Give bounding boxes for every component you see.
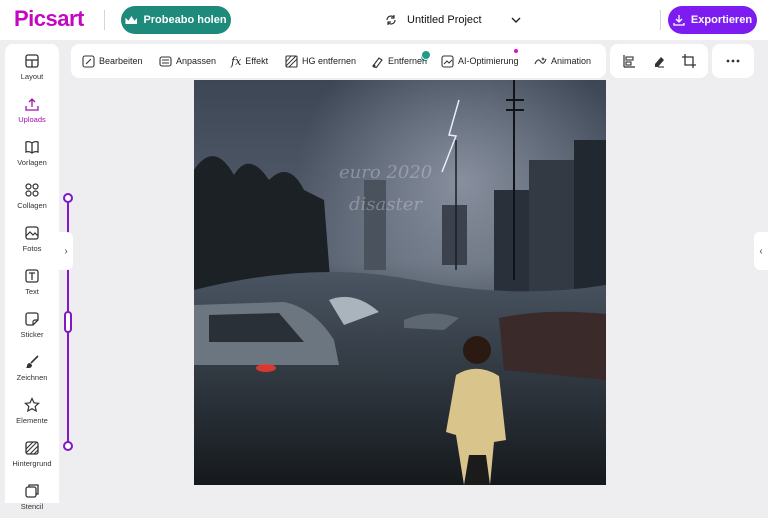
watermark-line-2: disaster xyxy=(349,194,423,215)
expand-panel-button[interactable]: › xyxy=(59,232,73,270)
slider-knob-top[interactable] xyxy=(63,193,73,203)
tool-label: Effekt xyxy=(245,56,269,66)
sidebar-item-label: Sticker xyxy=(20,330,44,339)
animation-icon xyxy=(534,56,547,64)
tool-label: Anpassen xyxy=(176,56,217,66)
divider xyxy=(104,10,105,30)
canvas-image[interactable]: euro 2020 disaster xyxy=(194,80,606,485)
download-icon xyxy=(673,15,685,26)
sticker-icon xyxy=(25,312,39,326)
align-icon[interactable] xyxy=(622,54,636,68)
more-icon xyxy=(726,59,740,63)
stencil-icon xyxy=(25,484,39,498)
layout-icon xyxy=(25,54,39,68)
picsart-logo[interactable]: Picsart xyxy=(14,6,84,32)
upload-icon xyxy=(25,98,39,111)
new-feature-dot xyxy=(514,49,518,53)
sidebar-item-label: Layout xyxy=(20,72,44,81)
tool-anpassen[interactable]: Anpassen xyxy=(159,44,216,78)
crown-icon xyxy=(125,16,138,24)
divider xyxy=(660,10,661,30)
sidebar-item-stencil[interactable]: Stencil xyxy=(5,476,59,518)
sidebar-item-label: Stencil xyxy=(20,502,44,511)
ai-enhance-icon xyxy=(441,54,454,68)
flood-scene-image: euro 2020 disaster xyxy=(194,80,606,485)
tool-hg-entfernen[interactable]: HG entfernen xyxy=(285,44,430,78)
background-icon xyxy=(25,441,39,455)
photo-icon xyxy=(25,226,39,240)
left-sidebar: Layout Uploads Vorlagen Collagen Fotos T… xyxy=(5,44,59,511)
chevron-right-icon: › xyxy=(64,245,68,257)
sidebar-item-uploads[interactable]: Uploads xyxy=(5,89,59,131)
tool-label: HG entfernen xyxy=(302,56,357,66)
remove-background-icon xyxy=(285,54,298,68)
sidebar-item-elemente[interactable]: Elemente xyxy=(5,390,59,432)
sidebar-item-text[interactable]: Text xyxy=(5,261,59,303)
tool-ai-optimierung[interactable]: AI-Optimierung xyxy=(441,44,519,78)
more-options-button[interactable] xyxy=(712,44,754,78)
tool-label: Bearbeiten xyxy=(99,56,143,66)
sidebar-item-label: Collagen xyxy=(17,201,47,210)
sidebar-item-vorlagen[interactable]: Vorlagen xyxy=(5,132,59,174)
trial-button[interactable]: Probeabo holen xyxy=(121,6,231,34)
watermark-line-1: euro 2020 xyxy=(339,162,432,183)
premium-badge xyxy=(421,50,431,60)
text-icon xyxy=(25,269,39,283)
tool-label: AI-Optimierung xyxy=(458,56,519,66)
project-title[interactable]: Untitled Project xyxy=(407,14,482,26)
slider-knob-bottom[interactable] xyxy=(63,441,73,451)
sidebar-item-layout[interactable]: Layout xyxy=(5,46,59,88)
tool-bearbeiten[interactable]: Bearbeiten xyxy=(82,44,143,78)
sidebar-item-hintergrund[interactable]: Hintergrund xyxy=(5,433,59,475)
sync-icon xyxy=(386,15,396,25)
brush-icon xyxy=(26,355,39,368)
sidebar-item-label: Vorlagen xyxy=(17,158,47,167)
export-button-label: Exportieren xyxy=(690,14,753,26)
chevron-down-icon[interactable] xyxy=(510,14,522,26)
crop-icon[interactable] xyxy=(682,54,696,68)
project-title-area[interactable]: Untitled Project xyxy=(385,11,522,29)
trial-button-label: Probeabo holen xyxy=(143,14,227,26)
edit-icon xyxy=(82,54,95,68)
adjust-icon xyxy=(159,55,172,67)
tool-effekt[interactable]: fx Effekt xyxy=(231,44,268,78)
book-icon xyxy=(25,141,39,154)
fx-icon: fx xyxy=(231,54,242,68)
sidebar-item-label: Text xyxy=(25,287,39,296)
sidebar-item-fotos[interactable]: Fotos xyxy=(5,218,59,260)
eraser-icon xyxy=(372,56,383,68)
sidebar-item-label: Hintergrund xyxy=(12,459,52,468)
sidebar-item-label: Elemente xyxy=(16,416,48,425)
sidebar-item-label: Fotos xyxy=(22,244,42,253)
arrange-toolbar xyxy=(610,44,708,78)
edit-toolbar: Bearbeiten Anpassen fx Effekt HG entfern… xyxy=(71,44,606,78)
sidebar-item-zeichnen[interactable]: Zeichnen xyxy=(5,347,59,389)
grid-icon xyxy=(25,183,39,197)
slider-handle[interactable] xyxy=(64,311,72,333)
sidebar-item-label: Zeichnen xyxy=(16,373,48,382)
tool-entfernen[interactable]: Entfernen xyxy=(371,44,431,78)
sidebar-item-collagen[interactable]: Collagen xyxy=(5,175,59,217)
top-bar: Picsart Probeabo holen Untitled Project … xyxy=(0,0,768,40)
star-icon xyxy=(24,397,40,413)
tool-animation[interactable]: Animation xyxy=(534,44,591,78)
chevron-left-icon: ‹ xyxy=(759,245,763,257)
sidebar-item-sticker[interactable]: Sticker xyxy=(5,304,59,346)
eraser-tool-icon[interactable] xyxy=(652,54,666,68)
sidebar-item-label: Uploads xyxy=(18,115,46,124)
export-button[interactable]: Exportieren xyxy=(668,6,757,34)
right-panel-toggle[interactable]: ‹ xyxy=(754,232,768,270)
tool-label: Animation xyxy=(551,56,592,66)
